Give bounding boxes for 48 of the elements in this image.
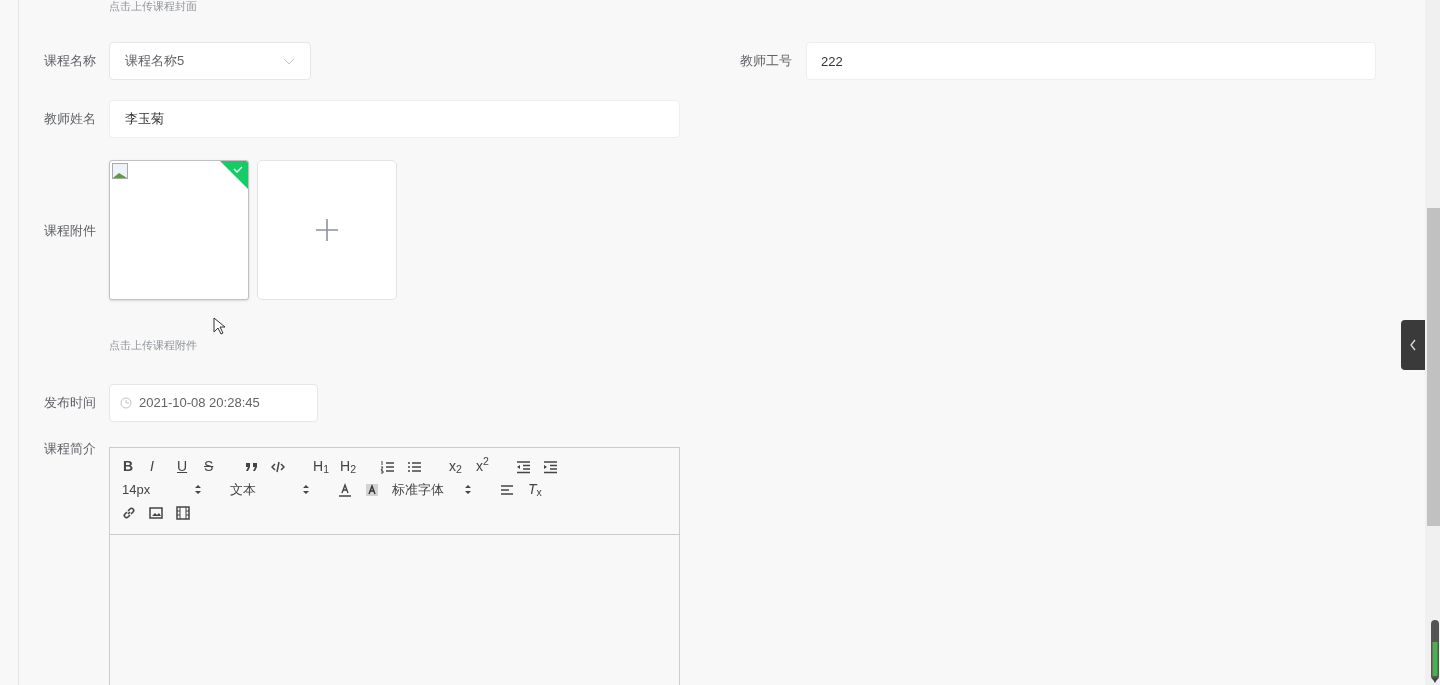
field-label: 课程简介 [44, 439, 97, 458]
clock-icon [120, 396, 132, 409]
film-icon [176, 505, 190, 520]
upload-hint: 点击上传课程附件 [109, 338, 198, 353]
align-left-icon [500, 482, 514, 497]
mouse-pointer-icon [213, 317, 227, 336]
format-select[interactable]: 文本 [230, 478, 338, 501]
code-icon [271, 459, 285, 474]
field-label: 教师姓名 [44, 110, 97, 129]
chevron-left-icon [1409, 339, 1417, 351]
upload-hint: 点击上传课程封面 [109, 0, 197, 12]
highlight-icon [365, 482, 379, 497]
field-label: 教师工号 [740, 52, 793, 71]
bullet-list-icon [407, 459, 421, 474]
format-button[interactable]: x$_{2}$ [448, 455, 475, 478]
field-label: 课程附件 [44, 222, 97, 240]
sort-caret-icon [194, 484, 202, 495]
format-select[interactable]: 标准字体 [392, 478, 500, 501]
format-button[interactable]: H$_{1}$ [312, 455, 339, 478]
format-button[interactable]: U [176, 455, 203, 478]
sort-caret-icon [464, 484, 472, 495]
format-select[interactable]: 14px [122, 478, 230, 501]
plus-icon [316, 219, 338, 241]
link-icon [122, 505, 136, 520]
field-label: 发布时间 [44, 393, 97, 412]
sort-caret-icon [302, 484, 310, 495]
input-field[interactable]: 李玉菊 [109, 100, 680, 138]
image-icon [149, 505, 163, 520]
meter-icon [1431, 620, 1439, 684]
indent-icon [543, 459, 557, 474]
format-button[interactable]: B [122, 455, 149, 478]
scrollbar[interactable] [1425, 0, 1440, 685]
format-button[interactable]: T$_{x}$ [527, 478, 554, 501]
select-field[interactable]: 课程名称5 [109, 42, 311, 80]
broken-image-icon [112, 163, 128, 179]
chevron-down-icon [283, 57, 295, 65]
uploaded-file-tile[interactable] [109, 160, 249, 300]
format-button[interactable]: I [149, 455, 176, 478]
date-time-field[interactable]: 2021-10-08 20:28:45 [109, 383, 318, 422]
outdent-icon [516, 459, 530, 474]
format-button[interactable]: H$_{2}$ [339, 455, 366, 478]
format-button[interactable]: S [203, 455, 230, 478]
scrollbar-thumb[interactable] [1427, 208, 1440, 526]
field-label: 课程名称 [44, 52, 97, 71]
text-color-icon [338, 482, 352, 497]
numbered-list-icon [380, 459, 394, 474]
format-button[interactable]: x$^{2}$ [475, 455, 502, 478]
input-field[interactable]: 222 [806, 42, 1376, 80]
